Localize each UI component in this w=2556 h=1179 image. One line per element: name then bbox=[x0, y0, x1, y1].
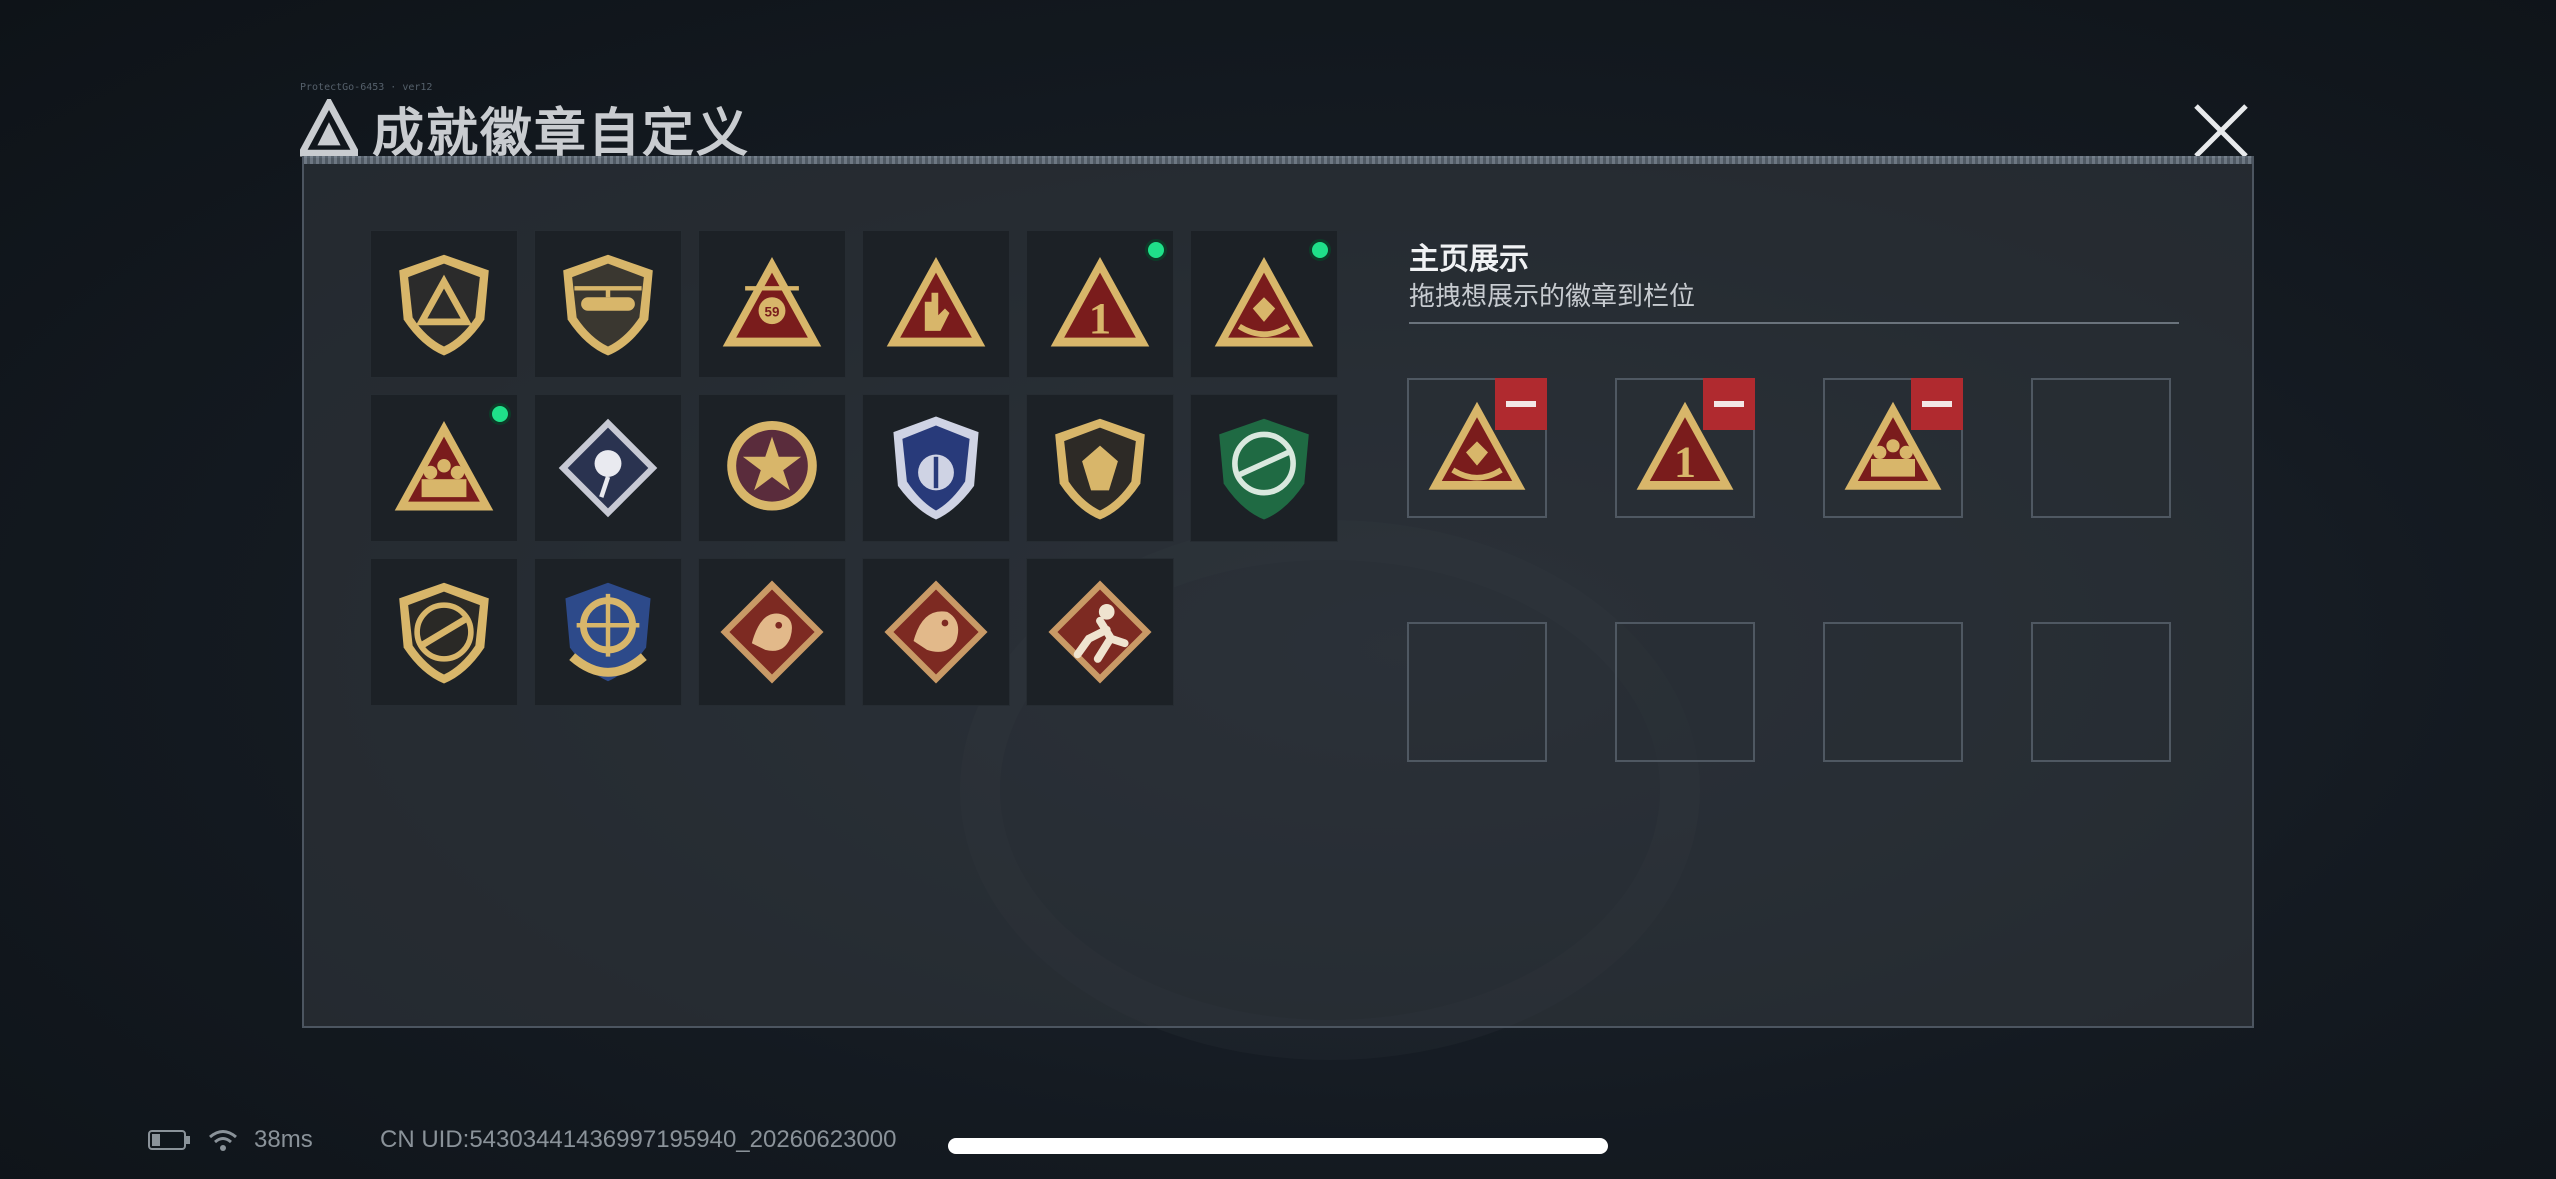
showcase-title: 主页展示 bbox=[1409, 243, 1529, 276]
wifi-icon bbox=[209, 1130, 237, 1151]
uid-text: CN UID:5430344143699719594​0_20260623000 bbox=[380, 1126, 897, 1153]
dragon-diamond-2-badge-icon bbox=[884, 580, 988, 684]
badge-item[interactable] bbox=[1190, 230, 1338, 378]
number-one-triangle-badge-icon: 1 bbox=[1050, 256, 1150, 347]
badge-item[interactable] bbox=[1190, 394, 1338, 542]
svg-text:1: 1 bbox=[1674, 438, 1696, 487]
page-title: 成就徽章自定义 bbox=[372, 104, 751, 163]
badge-item[interactable] bbox=[698, 558, 846, 706]
badge-item[interactable] bbox=[534, 558, 682, 706]
remove-badge-button[interactable] bbox=[1911, 378, 1963, 430]
squad-triangle-badge-icon bbox=[394, 420, 494, 511]
badge-item[interactable] bbox=[370, 230, 518, 378]
badge-item[interactable] bbox=[370, 394, 518, 542]
dragon-diamond-badge-icon bbox=[720, 580, 824, 684]
rose-diamond-badge-icon bbox=[558, 418, 658, 518]
badge-item[interactable]: 59 bbox=[698, 230, 846, 378]
rifle-shield-badge-icon bbox=[399, 582, 489, 684]
badge-panel: 59 1 主页展示 拖拽想展示的徽章到栏位 1 bbox=[302, 156, 2254, 1028]
showcase-subtitle: 拖拽想展示的徽章到栏位 bbox=[1409, 281, 1696, 311]
battery-icon bbox=[148, 1130, 190, 1150]
showcase-slot-empty[interactable] bbox=[1615, 622, 1755, 762]
svg-text:59: 59 bbox=[765, 304, 780, 319]
remove-badge-button[interactable] bbox=[1495, 378, 1547, 430]
badge-item[interactable]: 1 bbox=[1026, 230, 1174, 378]
badge-item[interactable] bbox=[862, 394, 1010, 542]
remove-badge-button[interactable] bbox=[1703, 378, 1755, 430]
gem-shield-badge-icon bbox=[1055, 418, 1145, 520]
badge-grid: 59 1 bbox=[370, 230, 1338, 706]
home-indicator[interactable] bbox=[948, 1138, 1608, 1154]
helicopter-shield-badge-icon bbox=[563, 254, 653, 356]
showcase-slot-filled[interactable] bbox=[1407, 378, 1547, 518]
panel-top-border bbox=[304, 156, 2252, 164]
showcase-slot-filled[interactable]: 1 bbox=[1615, 378, 1755, 518]
crosshair-wreath-badge-icon bbox=[565, 582, 651, 682]
showcase-slot-empty[interactable] bbox=[2031, 378, 2171, 518]
chopper-59-badge-icon: 59 bbox=[722, 256, 822, 347]
badge-item[interactable] bbox=[698, 394, 846, 542]
badge-item[interactable] bbox=[1026, 394, 1174, 542]
green-rifle-badge-icon bbox=[1219, 418, 1309, 520]
minus-icon bbox=[1506, 401, 1536, 407]
badge-item[interactable] bbox=[862, 558, 1010, 706]
badge-item[interactable] bbox=[1026, 558, 1174, 706]
ping-readout: 38ms bbox=[254, 1126, 313, 1153]
equipped-indicator-dot bbox=[1309, 239, 1331, 261]
game-logo-icon bbox=[300, 99, 358, 157]
minus-icon bbox=[1922, 401, 1952, 407]
showcase-slot-empty[interactable] bbox=[1407, 622, 1547, 762]
runner-diamond-badge-icon bbox=[1048, 580, 1152, 684]
showcase-slot-empty[interactable] bbox=[2031, 622, 2171, 762]
status-bar: 38ms bbox=[148, 1126, 313, 1154]
shield-logo-badge-icon bbox=[399, 254, 489, 356]
showcase-slot-filled[interactable] bbox=[1823, 378, 1963, 518]
blue-shield-badge-icon bbox=[893, 416, 979, 520]
rock-hand-triangle-badge-icon bbox=[886, 256, 986, 347]
star-medallion-badge-icon bbox=[727, 420, 817, 511]
minus-icon bbox=[1714, 401, 1744, 407]
equipped-indicator-dot bbox=[489, 403, 511, 425]
svg-text:1: 1 bbox=[1089, 293, 1111, 343]
showcase-slot-empty[interactable] bbox=[1823, 622, 1963, 762]
badge-item[interactable] bbox=[534, 230, 682, 378]
badge-item[interactable] bbox=[534, 394, 682, 542]
showcase-divider bbox=[1409, 322, 2179, 324]
badge-item[interactable] bbox=[862, 230, 1010, 378]
badge-item[interactable] bbox=[370, 558, 518, 706]
equipped-indicator-dot bbox=[1145, 239, 1167, 261]
hands-gem-triangle-badge-icon bbox=[1214, 256, 1314, 347]
